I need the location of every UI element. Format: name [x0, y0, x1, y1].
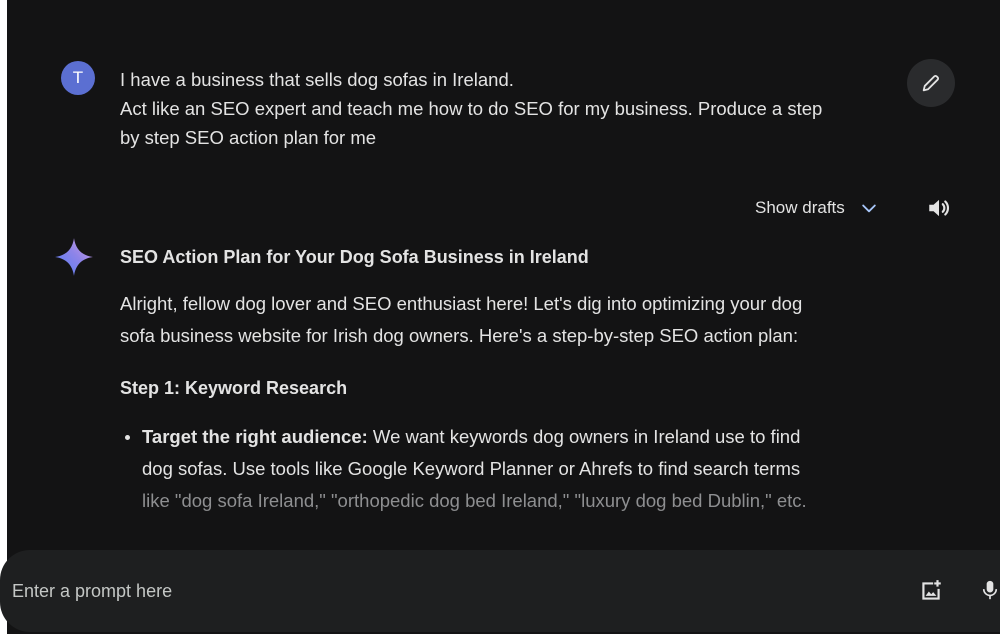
speaker-icon: [929, 199, 950, 217]
bullet-text: We want keywords dog owners in Ireland u…: [367, 426, 801, 447]
show-drafts-button[interactable]: Show drafts: [755, 193, 879, 223]
response-intro: Alright, fellow dog lover and SEO enthus…: [120, 288, 920, 352]
list-item: Target the right audience: We want keywo…: [120, 421, 920, 517]
response-intro-line: Alright, fellow dog lover and SEO enthus…: [120, 293, 803, 314]
response-intro-line: sofa business website for Irish dog owne…: [120, 325, 799, 346]
user-message: I have a business that sells dog sofas i…: [120, 65, 910, 152]
gemini-sparkle-icon: [55, 238, 93, 276]
chat-window: T I have a business that sells dog sofas…: [7, 0, 1000, 634]
response-title: SEO Action Plan for Your Dog Sofa Busine…: [120, 247, 589, 267]
pencil-icon: [922, 74, 940, 92]
add-image-icon: [922, 580, 941, 600]
bullet-lead: Target the right audience:: [142, 426, 368, 447]
mic-icon: [982, 580, 998, 600]
microphone-button[interactable]: [980, 575, 1000, 605]
bullet-line: dog sofas. Use tools like Google Keyword…: [142, 458, 801, 479]
show-drafts-label: Show drafts: [755, 198, 845, 217]
user-message-line: Act like an SEO expert and teach me how …: [120, 98, 823, 119]
upload-image-button[interactable]: [917, 577, 945, 605]
bullet-line: Target the right audience: We want keywo…: [142, 421, 920, 453]
step-heading: Step 1: Keyword Research: [120, 378, 348, 398]
read-aloud-button[interactable]: [924, 193, 954, 223]
chevron-down-icon: [859, 198, 879, 218]
model-response: SEO Action Plan for Your Dog Sofa Busine…: [120, 244, 920, 517]
user-avatar: T: [61, 61, 95, 95]
bullet-line: like "dog sofa Ireland," "orthopedic dog…: [142, 490, 807, 511]
avatar-letter: T: [72, 68, 84, 87]
user-message-line: by step SEO action plan for me: [120, 127, 377, 148]
user-message-line: I have a business that sells dog sofas i…: [120, 69, 514, 90]
edit-prompt-button[interactable]: [907, 59, 955, 107]
prompt-input[interactable]: [12, 576, 892, 606]
